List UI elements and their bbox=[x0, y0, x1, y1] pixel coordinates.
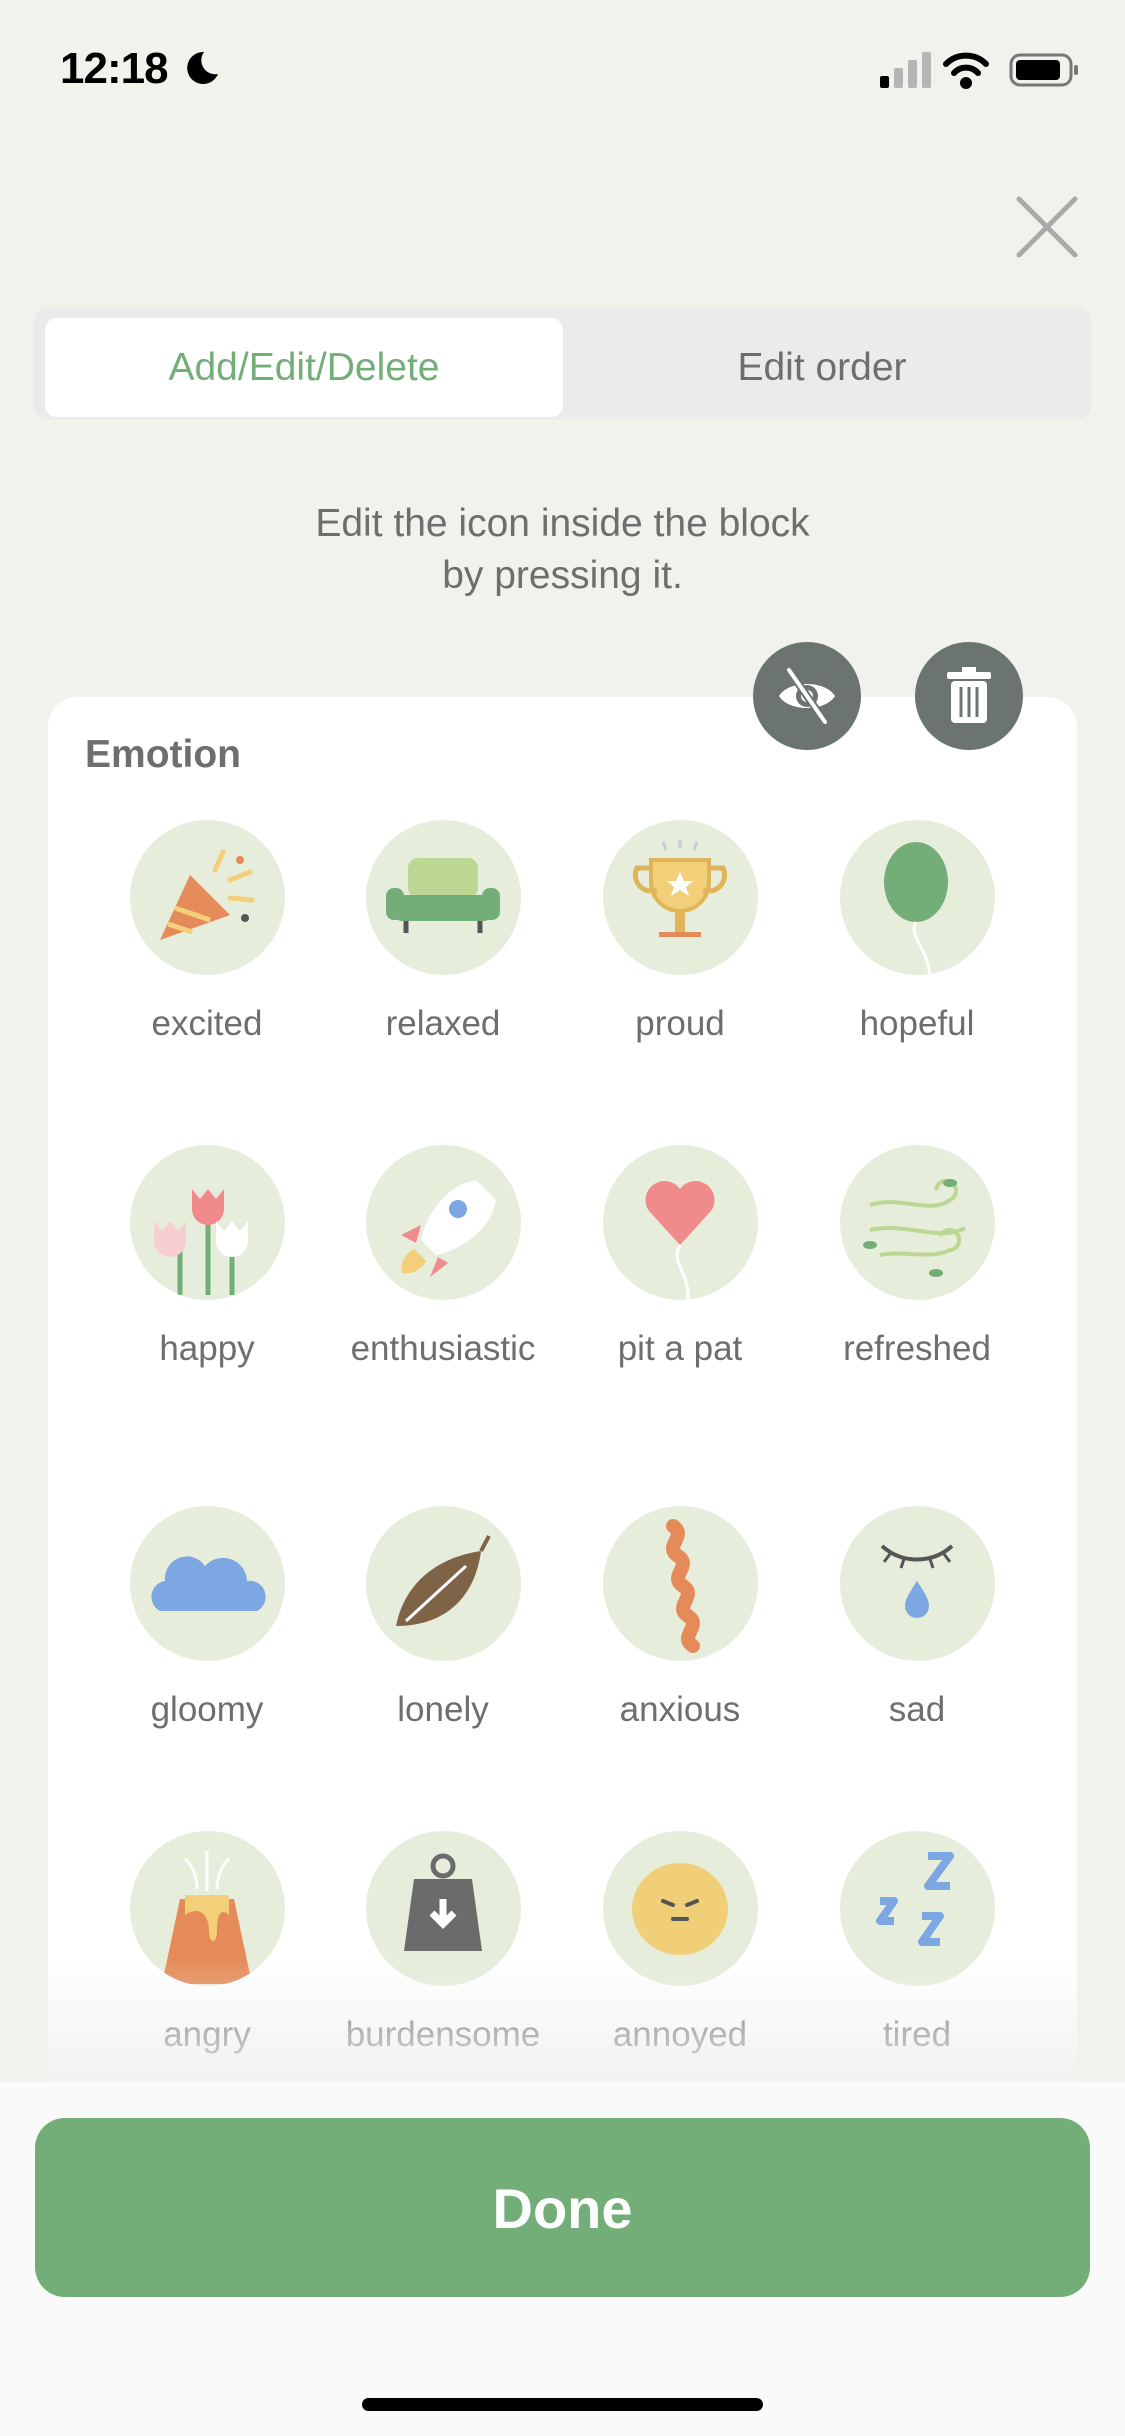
signal-icon bbox=[880, 52, 931, 88]
emotion-item-sad[interactable]: sad bbox=[799, 1506, 1035, 1739]
eye-slash-icon bbox=[779, 667, 835, 725]
emotion-label: sad bbox=[888, 1690, 946, 1729]
status-time: 12:18 bbox=[60, 44, 169, 93]
hide-button[interactable] bbox=[753, 642, 861, 750]
sofa-icon bbox=[365, 820, 521, 975]
emotion-label: excited bbox=[151, 1004, 263, 1043]
emotion-item-proud[interactable]: proud bbox=[562, 820, 798, 1053]
instruction-line-1: Edit the icon inside the block bbox=[315, 502, 810, 545]
emotion-label: pit a pat bbox=[617, 1329, 743, 1368]
emotion-item-lonely[interactable]: lonely bbox=[325, 1506, 561, 1739]
emotion-label: enthusiastic bbox=[350, 1329, 536, 1368]
emotion-item-happy[interactable]: happy bbox=[89, 1145, 325, 1378]
balloon-icon bbox=[839, 820, 995, 975]
emotion-item-hopeful[interactable]: hopeful bbox=[799, 820, 1035, 1053]
emotion-item-excited[interactable]: excited bbox=[89, 820, 325, 1053]
emotion-label: relaxed bbox=[385, 1004, 501, 1043]
battery-icon bbox=[1009, 53, 1078, 87]
emotion-item-refreshed[interactable]: refreshed bbox=[799, 1145, 1035, 1378]
home-indicator bbox=[362, 2398, 763, 2411]
emotion-item-relaxed[interactable]: relaxed bbox=[325, 820, 561, 1053]
trophy-icon bbox=[602, 820, 758, 975]
delete-button[interactable] bbox=[915, 642, 1023, 750]
instruction-line-2: by pressing it. bbox=[442, 554, 683, 597]
twisted-rope-icon bbox=[602, 1506, 758, 1661]
emotion-label: proud bbox=[635, 1004, 725, 1043]
status-icons bbox=[880, 52, 1078, 89]
emotion-label: anxious bbox=[619, 1690, 741, 1729]
teardrop-eye-icon bbox=[839, 1506, 995, 1661]
moon-icon bbox=[187, 51, 218, 84]
emotion-item-pit-a-pat[interactable]: pit a pat bbox=[562, 1145, 798, 1378]
emotion-label: happy bbox=[159, 1329, 255, 1368]
tab-add-edit-delete[interactable]: Add/Edit/Delete bbox=[45, 318, 563, 417]
emotion-item-anxious[interactable]: anxious bbox=[562, 1506, 798, 1739]
tulips-icon bbox=[129, 1145, 285, 1300]
wind-icon bbox=[839, 1145, 995, 1300]
done-button[interactable]: Done bbox=[35, 2118, 1090, 2297]
wifi-icon bbox=[943, 52, 989, 89]
emotion-label: refreshed bbox=[843, 1329, 991, 1368]
emotion-label: gloomy bbox=[150, 1690, 264, 1729]
emotion-item-gloomy[interactable]: gloomy bbox=[89, 1506, 325, 1739]
close-icon[interactable] bbox=[1015, 195, 1079, 259]
rocket-icon bbox=[365, 1145, 521, 1300]
trash-icon bbox=[947, 667, 991, 723]
scroll-fade bbox=[48, 1960, 1077, 2082]
cloud-icon bbox=[129, 1506, 285, 1661]
party-popper-icon bbox=[129, 820, 285, 975]
tab-edit-order[interactable]: Edit order bbox=[563, 318, 1081, 417]
section-title: Emotion bbox=[85, 733, 241, 776]
emotion-label: lonely bbox=[397, 1690, 489, 1729]
emotion-item-enthusiastic[interactable]: enthusiastic bbox=[325, 1145, 561, 1378]
leaf-icon bbox=[365, 1506, 521, 1661]
heart-balloon-icon bbox=[602, 1145, 758, 1300]
emotion-label: hopeful bbox=[859, 1004, 975, 1043]
instruction-text: Edit the icon inside the block by pressi… bbox=[0, 498, 1125, 602]
